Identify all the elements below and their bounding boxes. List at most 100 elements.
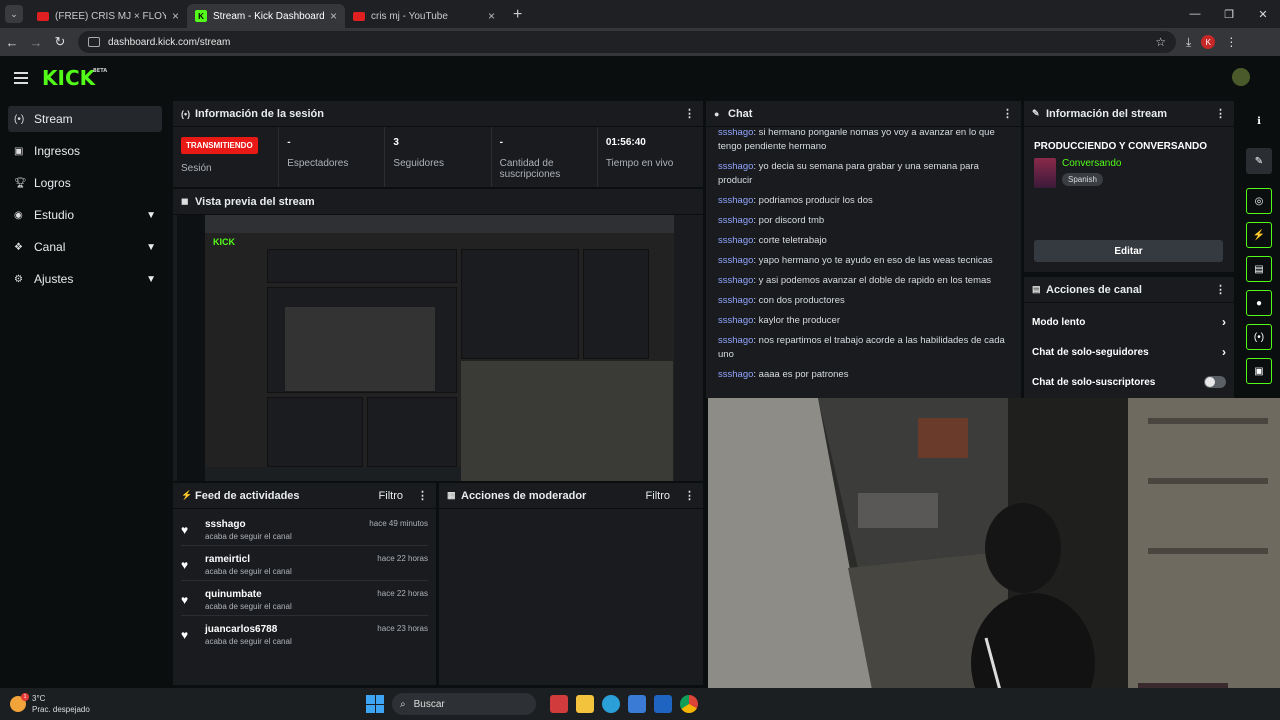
chat-username[interactable]: ssshago <box>718 315 753 326</box>
more-options-icon[interactable]: ⋮ <box>1002 107 1013 120</box>
broadcast-icon[interactable]: (•) <box>1246 324 1272 350</box>
close-tab-icon[interactable]: × <box>488 9 495 23</box>
sidebar-item-ajustes[interactable]: ⚙ Ajustes ▼ <box>8 266 162 292</box>
category-name[interactable]: Conversando <box>1062 158 1121 169</box>
filter-button[interactable]: Filtro <box>379 490 403 502</box>
close-tab-icon[interactable]: × <box>330 9 337 23</box>
chat-text: kaylor the producer <box>758 315 840 326</box>
more-options-icon[interactable]: ⋮ <box>1215 107 1226 120</box>
shield-icon[interactable]: ▣ <box>1246 358 1272 384</box>
sidebar-item-ingresos[interactable]: ▣ Ingresos <box>8 138 162 164</box>
chat-message: ssshago: si hermano ponganle nomas yo vo… <box>718 127 995 152</box>
search-icon: ⌕ <box>400 698 406 710</box>
target-icon[interactable]: ◎ <box>1246 188 1272 214</box>
edit-icon[interactable]: ✎ <box>1246 148 1272 174</box>
close-window-icon[interactable]: ✕ <box>1246 8 1280 21</box>
slow-mode-row[interactable]: Modo lento › <box>1024 307 1234 337</box>
tab-search-icon[interactable]: ⌄ <box>5 5 23 23</box>
activity-item: ♥ ssshago acaba de seguir el canal hace 49 … <box>181 511 428 546</box>
more-options-icon[interactable]: ⋮ <box>684 489 695 502</box>
close-tab-icon[interactable]: × <box>172 9 179 23</box>
filter-button[interactable]: Filtro <box>646 490 670 502</box>
chat-username[interactable]: ssshago <box>718 369 753 380</box>
download-icon[interactable]: ⤓ <box>1186 35 1191 50</box>
new-tab-icon[interactable]: + <box>513 6 522 24</box>
chat-text: por discord tmb <box>758 215 825 226</box>
outlook-icon[interactable] <box>654 695 672 713</box>
chevron-down-icon: ▼ <box>146 209 156 221</box>
back-icon[interactable]: ← <box>0 35 24 50</box>
follower-name[interactable]: quinumbate <box>205 589 292 600</box>
stream-preview-video[interactable]: KICK <box>177 215 674 481</box>
chat-message-list[interactable]: ssshago: si hermano ponganle nomas yo vo… <box>706 126 1021 382</box>
chrome-icon[interactable] <box>680 695 698 713</box>
sidebar-item-logros[interactable]: 🏆︎ Logros <box>8 170 162 196</box>
weather-text: Prac. despejado <box>32 705 90 714</box>
taskbar-search[interactable]: ⌕ Buscar <box>392 693 536 715</box>
profile-avatar[interactable]: K <box>1201 35 1216 49</box>
stat-subscriptions: - Cantidad de suscripciones <box>492 127 598 187</box>
edit-button[interactable]: Editar <box>1034 240 1223 262</box>
weather-sun-icon: 1 <box>10 693 29 712</box>
gear-icon: ⚙ <box>14 273 23 285</box>
follower-name[interactable]: ssshago <box>205 519 292 530</box>
hamburger-menu-icon[interactable] <box>14 72 28 84</box>
sidebar-item-stream[interactable]: (•) Stream <box>8 106 162 132</box>
browser-menu-icon[interactable]: ⋮ <box>1225 35 1237 49</box>
forward-icon[interactable]: → <box>24 35 48 50</box>
more-options-icon[interactable]: ⋮ <box>1215 283 1226 296</box>
subscribers-only-toggle[interactable] <box>1204 376 1226 388</box>
browser-tab-kick[interactable]: K Stream - Kick Dashboard × <box>187 4 345 28</box>
webcam-image <box>708 398 1280 720</box>
url-text: dashboard.kick.com/stream <box>108 36 231 48</box>
followers-only-row[interactable]: Chat de solo-seguidores › <box>1024 337 1234 367</box>
stream-title: PRODUCCIENDO Y CONVERSANDO <box>1034 141 1207 152</box>
category-thumbnail <box>1034 158 1056 188</box>
store-icon[interactable] <box>628 695 646 713</box>
reload-icon[interactable]: ↻ <box>48 34 72 50</box>
browser-tab-youtube-music[interactable]: (FREE) CRIS MJ × FLOYY MENOR × <box>29 4 187 28</box>
more-options-icon[interactable]: ⋮ <box>417 489 428 502</box>
lightning-icon[interactable]: ⚡ <box>1246 222 1272 248</box>
heart-icon: ♥ <box>181 593 189 607</box>
chat-username[interactable]: ssshago <box>718 235 753 246</box>
chat-icon: ● <box>714 108 720 119</box>
chat-username[interactable]: ssshago <box>718 335 753 346</box>
file-explorer-icon[interactable] <box>576 695 594 713</box>
chat-username[interactable]: ssshago <box>718 127 753 138</box>
bookmark-star-icon[interactable]: ☆ <box>1155 35 1166 49</box>
app-icon[interactable] <box>550 695 568 713</box>
minimize-icon[interactable]: — <box>1178 8 1212 20</box>
document-icon[interactable]: ▤ <box>1246 256 1272 282</box>
chat-icon[interactable]: ● <box>1246 290 1272 316</box>
user-avatar[interactable] <box>1232 68 1250 86</box>
heart-icon: ♥ <box>181 523 189 537</box>
windows-start-icon[interactable] <box>366 695 384 713</box>
chat-username[interactable]: ssshago <box>718 195 753 206</box>
edge-icon[interactable] <box>602 695 620 713</box>
browser-tab-youtube[interactable]: cris mj - YouTube × <box>345 4 503 28</box>
chat-username[interactable]: ssshago <box>718 161 753 172</box>
chat-username[interactable]: ssshago <box>718 215 753 226</box>
url-field[interactable]: dashboard.kick.com/stream ☆ <box>78 31 1176 53</box>
chat-username[interactable]: ssshago <box>718 255 753 266</box>
more-options-icon[interactable]: ⋮ <box>684 107 695 120</box>
panel-title: Vista previa del stream <box>195 195 315 208</box>
activity-text: acaba de seguir el canal <box>205 567 292 576</box>
browser-tab-bar: ⌄ (FREE) CRIS MJ × FLOYY MENOR × K Strea… <box>0 0 1280 28</box>
follower-name[interactable]: juancarlos6788 <box>205 624 292 635</box>
chat-text: si hermano ponganle nomas yo voy a avanz… <box>718 127 995 152</box>
restore-icon[interactable]: ❐ <box>1212 8 1246 21</box>
pencil-icon: ✎ <box>1032 108 1040 118</box>
chat-username[interactable]: ssshago <box>718 275 753 286</box>
heart-icon: ♥ <box>181 558 189 572</box>
kick-logo[interactable]: KICK BETA <box>42 66 107 90</box>
sidebar-item-estudio[interactable]: ◉ Estudio ▼ <box>8 202 162 228</box>
sidebar-item-canal[interactable]: ❖ Canal ▼ <box>8 234 162 260</box>
weather-widget[interactable]: 1 3°C Prac. despejado <box>10 693 90 715</box>
follower-name[interactable]: rameirticl <box>205 554 292 565</box>
chat-username[interactable]: ssshago <box>718 295 753 306</box>
site-info-icon[interactable] <box>88 37 100 47</box>
subscribers-only-row[interactable]: Chat de solo-suscriptores <box>1024 367 1234 397</box>
info-icon[interactable]: ℹ <box>1246 108 1272 134</box>
